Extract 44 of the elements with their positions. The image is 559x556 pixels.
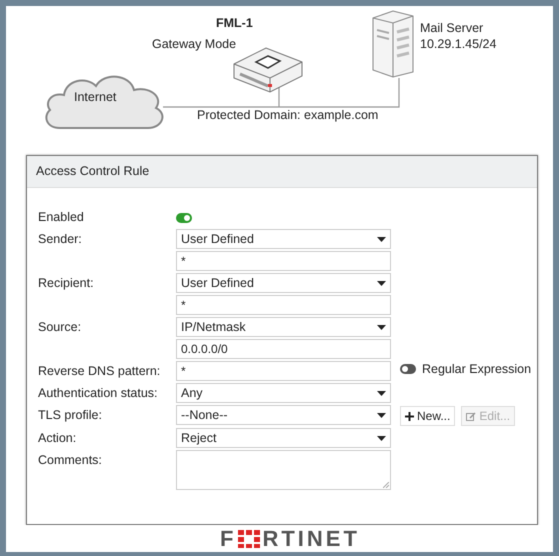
dropdown[interactable]: IP/Netmask — [176, 317, 391, 337]
field-label: Comments: — [38, 453, 102, 467]
field-label: Reverse DNS pattern: — [38, 364, 160, 378]
dropdown[interactable]: User Defined — [176, 229, 391, 249]
server-name: Mail Server — [420, 21, 484, 35]
field-label: Enabled — [38, 210, 84, 224]
input-field[interactable]: 0.0.0.0/0 — [176, 339, 391, 359]
cloud-label: Internet — [74, 90, 116, 104]
caret-icon — [377, 436, 386, 440]
panel-title: Access Control Rule — [27, 156, 537, 188]
domain-label: Protected Domain: example.com — [197, 108, 378, 122]
field-label: Recipient: — [38, 276, 94, 290]
input-field[interactable]: * — [176, 295, 391, 315]
dropdown[interactable]: --None-- — [176, 405, 391, 425]
toggle-label: Regular Expression — [422, 362, 532, 376]
input-field[interactable]: * — [176, 361, 391, 381]
caret-icon — [377, 412, 386, 418]
input-field[interactable]: * — [176, 251, 391, 271]
logo-text: RTINET — [262, 528, 360, 550]
toggle-switch[interactable] — [400, 364, 416, 374]
resize-grip-icon[interactable] — [383, 482, 389, 488]
plus-icon — [405, 412, 414, 420]
logo-text: F — [220, 528, 236, 550]
field-label: Sender: — [38, 232, 82, 246]
new-button[interactable]: New... — [400, 406, 456, 426]
caret-icon — [377, 236, 386, 242]
server-address: 10.29.1.45/24 — [420, 37, 496, 51]
field-label: Authentication status: — [38, 386, 158, 400]
dropdown[interactable]: User Defined — [176, 273, 391, 293]
dropdown[interactable]: Reject — [176, 428, 391, 448]
caret-icon — [377, 390, 386, 396]
dropdown[interactable]: Any — [176, 383, 391, 403]
device-name: FML-1 — [216, 16, 253, 30]
field-label: Source: — [38, 320, 82, 334]
edit-icon — [466, 412, 476, 420]
toggle-switch[interactable] — [176, 212, 192, 223]
comments-field[interactable] — [176, 450, 391, 490]
server-icon — [371, 10, 415, 78]
field-label: TLS profile: — [38, 408, 102, 422]
caret-icon — [377, 280, 386, 286]
caret-icon — [377, 324, 386, 330]
field-label: Action: — [38, 431, 76, 445]
logo-grid-icon — [238, 530, 260, 548]
device-mode-label: Gateway Mode — [152, 37, 236, 51]
